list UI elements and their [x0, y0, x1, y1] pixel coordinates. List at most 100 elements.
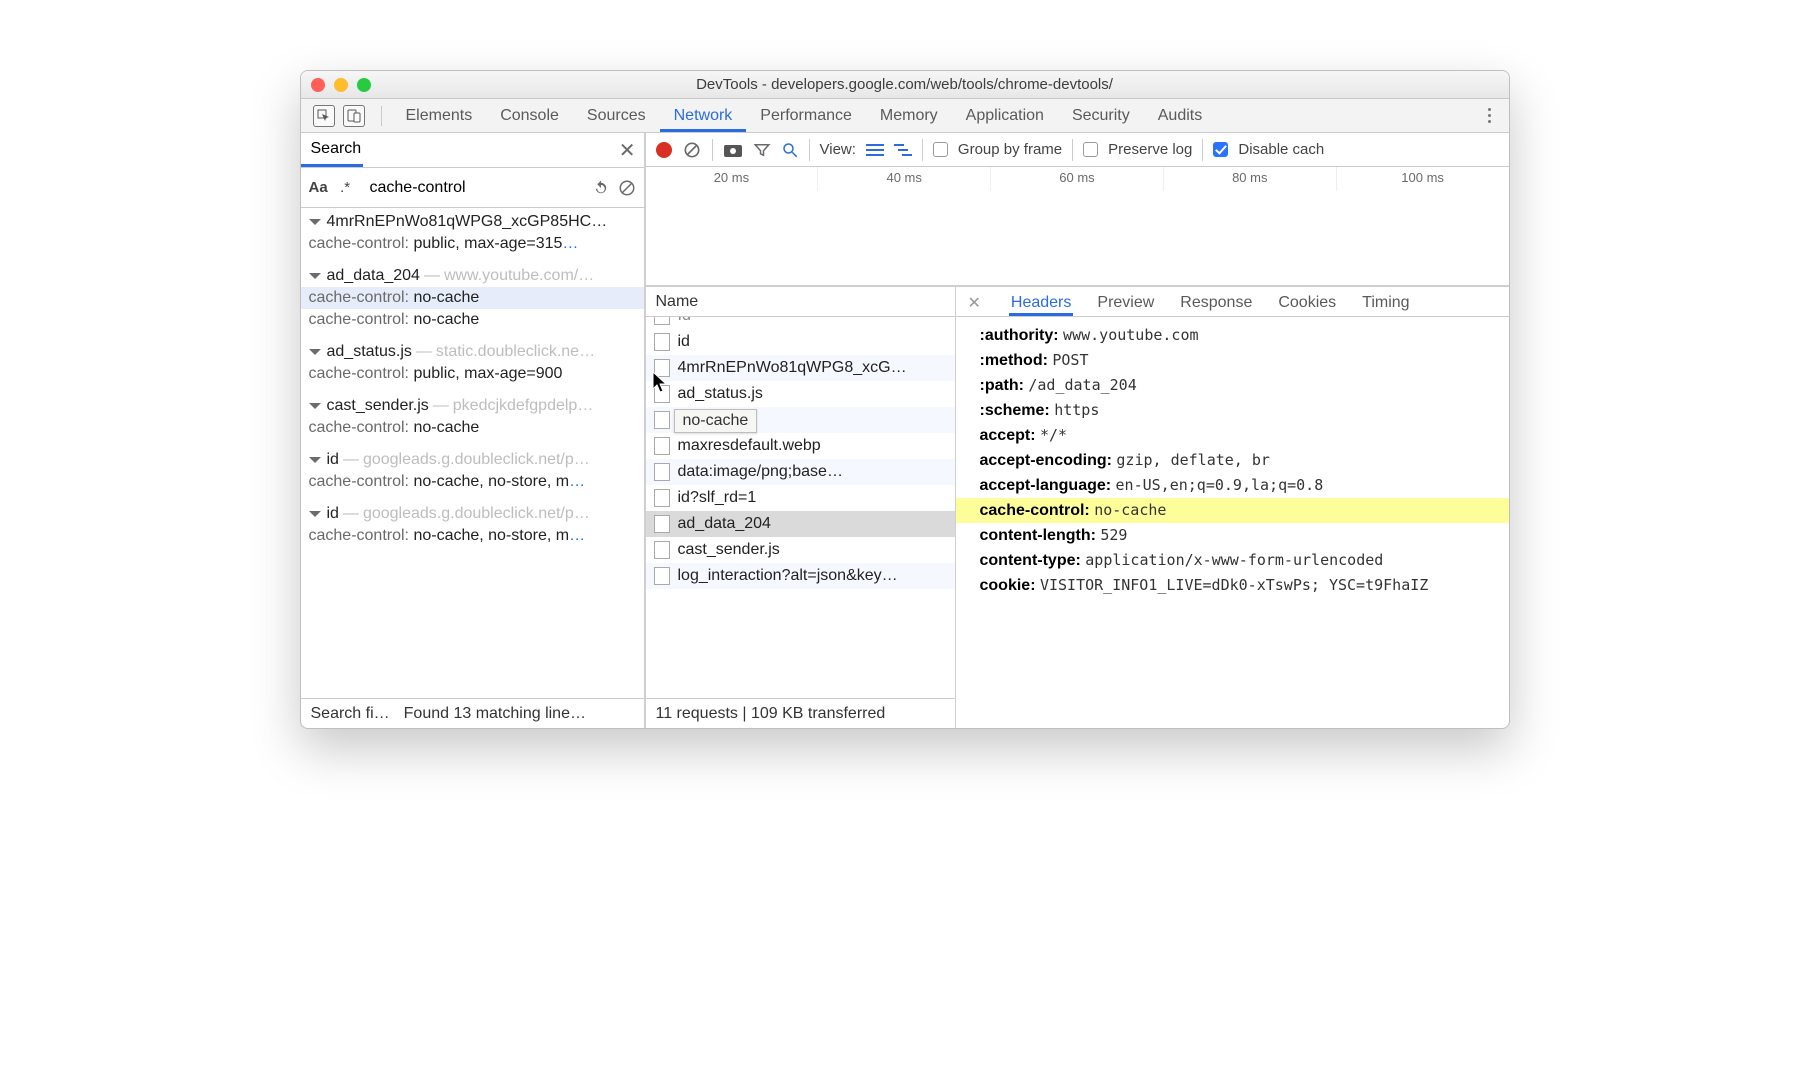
regex-toggle[interactable]: .*	[336, 179, 355, 196]
minimize-window-icon[interactable]	[334, 78, 348, 92]
search-result-line[interactable]: cache-control: no-cache	[301, 287, 644, 309]
network-pane: View: Group by frame Preserve log Disabl…	[646, 133, 1509, 728]
header-row[interactable]: :authority: www.youtube.com	[956, 323, 1509, 348]
header-key: content-type:	[980, 552, 1086, 569]
header-row[interactable]: cache-control: no-cache	[956, 498, 1509, 523]
header-row[interactable]: accept-language: en-US,en;q=0.9,la;q=0.8	[956, 473, 1509, 498]
result-filename: ad_data_204	[327, 267, 420, 285]
result-url: www.youtube.com/…	[444, 267, 594, 285]
tab-security[interactable]: Security	[1058, 99, 1144, 132]
refresh-search-icon[interactable]	[592, 179, 610, 197]
detail-tab-cookies[interactable]: Cookies	[1276, 294, 1338, 316]
header-row[interactable]: cookie: VISITOR_INFO1_LIVE=dDk0-xTswPs; …	[956, 573, 1509, 598]
overflow-menu-icon[interactable]	[1476, 108, 1503, 123]
request-row[interactable]: 4mrRnEPnWo81qWPG8_xcG…	[646, 355, 955, 381]
group-by-frame-checkbox[interactable]	[933, 142, 948, 157]
request-row[interactable]: id?slf_rd=1	[646, 485, 955, 511]
tab-network[interactable]: Network	[660, 99, 747, 132]
window-title: DevTools - developers.google.com/web/too…	[301, 76, 1509, 93]
request-name: remote.js	[678, 411, 744, 429]
search-result-file[interactable]: 4mrRnEPnWo81qWPG8_xcGP85HC…	[301, 211, 644, 233]
header-row[interactable]: content-type: application/x-www-form-url…	[956, 548, 1509, 573]
main-tab-bar: ElementsConsoleSourcesNetworkPerformance…	[301, 99, 1509, 133]
header-value: gzip, deflate, br	[1116, 451, 1270, 469]
request-details: ✕ Headers Preview Response Cookies Timing :a…	[956, 287, 1509, 728]
column-header-name[interactable]: Name	[646, 287, 955, 317]
preserve-log-checkbox[interactable]	[1083, 142, 1098, 157]
timeline-tick: 40 ms	[817, 167, 990, 191]
tab-audits[interactable]: Audits	[1144, 99, 1216, 132]
search-result-file[interactable]: cast_sender.js — pkedcjkdefgpdelp…	[301, 395, 644, 417]
header-row[interactable]: content-length: 529	[956, 523, 1509, 548]
request-name: ad_data_204	[678, 515, 771, 533]
tab-console[interactable]: Console	[486, 99, 573, 132]
request-row[interactable]: id	[646, 329, 955, 355]
search-result-line[interactable]: cache-control: public, max-age=900	[301, 363, 644, 385]
device-toolbar-icon[interactable]	[343, 105, 365, 127]
disclosure-triangle-icon[interactable]	[309, 349, 321, 355]
detail-tab-response[interactable]: Response	[1178, 294, 1254, 316]
header-row[interactable]: accept: */*	[956, 423, 1509, 448]
detail-tab-timing[interactable]: Timing	[1360, 294, 1411, 316]
header-key: :method:	[980, 352, 1053, 369]
request-row[interactable]: ad_status.js	[646, 381, 955, 407]
detail-tabs: ✕ Headers Preview Response Cookies Timing	[956, 287, 1509, 317]
request-row[interactable]: log_interaction?alt=json&key…	[646, 563, 955, 589]
record-icon[interactable]	[656, 142, 672, 158]
clear-search-icon[interactable]	[618, 179, 636, 197]
network-overview[interactable]: 20 ms40 ms60 ms80 ms100 ms	[646, 167, 1509, 287]
detail-tab-preview[interactable]: Preview	[1095, 294, 1156, 316]
tab-sources[interactable]: Sources	[573, 99, 660, 132]
clear-icon[interactable]	[682, 140, 702, 160]
close-window-icon[interactable]	[311, 78, 325, 92]
search-input[interactable]	[363, 175, 584, 201]
tab-performance[interactable]: Performance	[746, 99, 866, 132]
search-result-line[interactable]: cache-control: no-cache	[301, 417, 644, 439]
tab-memory[interactable]: Memory	[866, 99, 952, 132]
list-view-icon[interactable]	[866, 143, 884, 157]
search-result-file[interactable]: ad_data_204 — www.youtube.com/…	[301, 265, 644, 287]
waterfall-view-icon[interactable]	[894, 143, 912, 157]
request-row[interactable]: cast_sender.js	[646, 537, 955, 563]
header-key: cookie:	[980, 577, 1040, 594]
search-result-file[interactable]: id — googleads.g.doubleclick.net/p…	[301, 449, 644, 471]
search-result-line[interactable]: cache-control: no-cache, no-store, m…	[301, 471, 644, 493]
tab-application[interactable]: Application	[952, 99, 1058, 132]
header-row[interactable]: :method: POST	[956, 348, 1509, 373]
detail-tab-headers[interactable]: Headers	[1009, 294, 1073, 316]
preserve-log-label: Preserve log	[1108, 141, 1192, 158]
header-row[interactable]: accept-encoding: gzip, deflate, br	[956, 448, 1509, 473]
disable-cache-checkbox[interactable]	[1213, 142, 1228, 157]
tab-elements[interactable]: Elements	[392, 99, 487, 132]
request-row[interactable]: ad_data_204	[646, 511, 955, 537]
disclosure-triangle-icon[interactable]	[309, 219, 321, 225]
header-value: VISITOR_INFO1_LIVE=dDk0-xTswPs; YSC=t9Fh…	[1040, 576, 1428, 594]
close-search-icon[interactable]: ✕	[611, 138, 644, 163]
disclosure-triangle-icon[interactable]	[309, 273, 321, 279]
zoom-window-icon[interactable]	[357, 78, 371, 92]
search-result-line[interactable]: cache-control: public, max-age=315…	[301, 233, 644, 255]
match-case-toggle[interactable]: Aa	[309, 179, 328, 196]
inspect-element-icon[interactable]	[313, 105, 335, 127]
request-row[interactable]: remote.js	[646, 407, 955, 433]
close-details-icon[interactable]: ✕	[968, 293, 981, 316]
search-result-file[interactable]: ad_status.js — static.doubleclick.ne…	[301, 341, 644, 363]
request-row[interactable]: Id	[646, 317, 955, 329]
search-icon[interactable]	[781, 141, 799, 159]
search-result-line[interactable]: cache-control: no-cache	[301, 309, 644, 331]
request-row[interactable]: maxresdefault.webp	[646, 433, 955, 459]
screenshots-icon[interactable]	[723, 142, 743, 158]
search-result-line[interactable]: cache-control: no-cache, no-store, m…	[301, 525, 644, 547]
search-label: Search	[301, 133, 364, 167]
headers-body: :authority: www.youtube.com:method: POST…	[956, 317, 1509, 728]
file-icon	[654, 333, 670, 351]
header-row[interactable]: :path: /ad_data_204	[956, 373, 1509, 398]
disclosure-triangle-icon[interactable]	[309, 457, 321, 463]
disclosure-triangle-icon[interactable]	[309, 403, 321, 409]
search-result-file[interactable]: id — googleads.g.doubleclick.net/p…	[301, 503, 644, 525]
header-row[interactable]: :scheme: https	[956, 398, 1509, 423]
file-icon	[654, 411, 670, 429]
request-row[interactable]: data:image/png;base…	[646, 459, 955, 485]
disclosure-triangle-icon[interactable]	[309, 511, 321, 517]
filter-icon[interactable]	[753, 141, 771, 159]
